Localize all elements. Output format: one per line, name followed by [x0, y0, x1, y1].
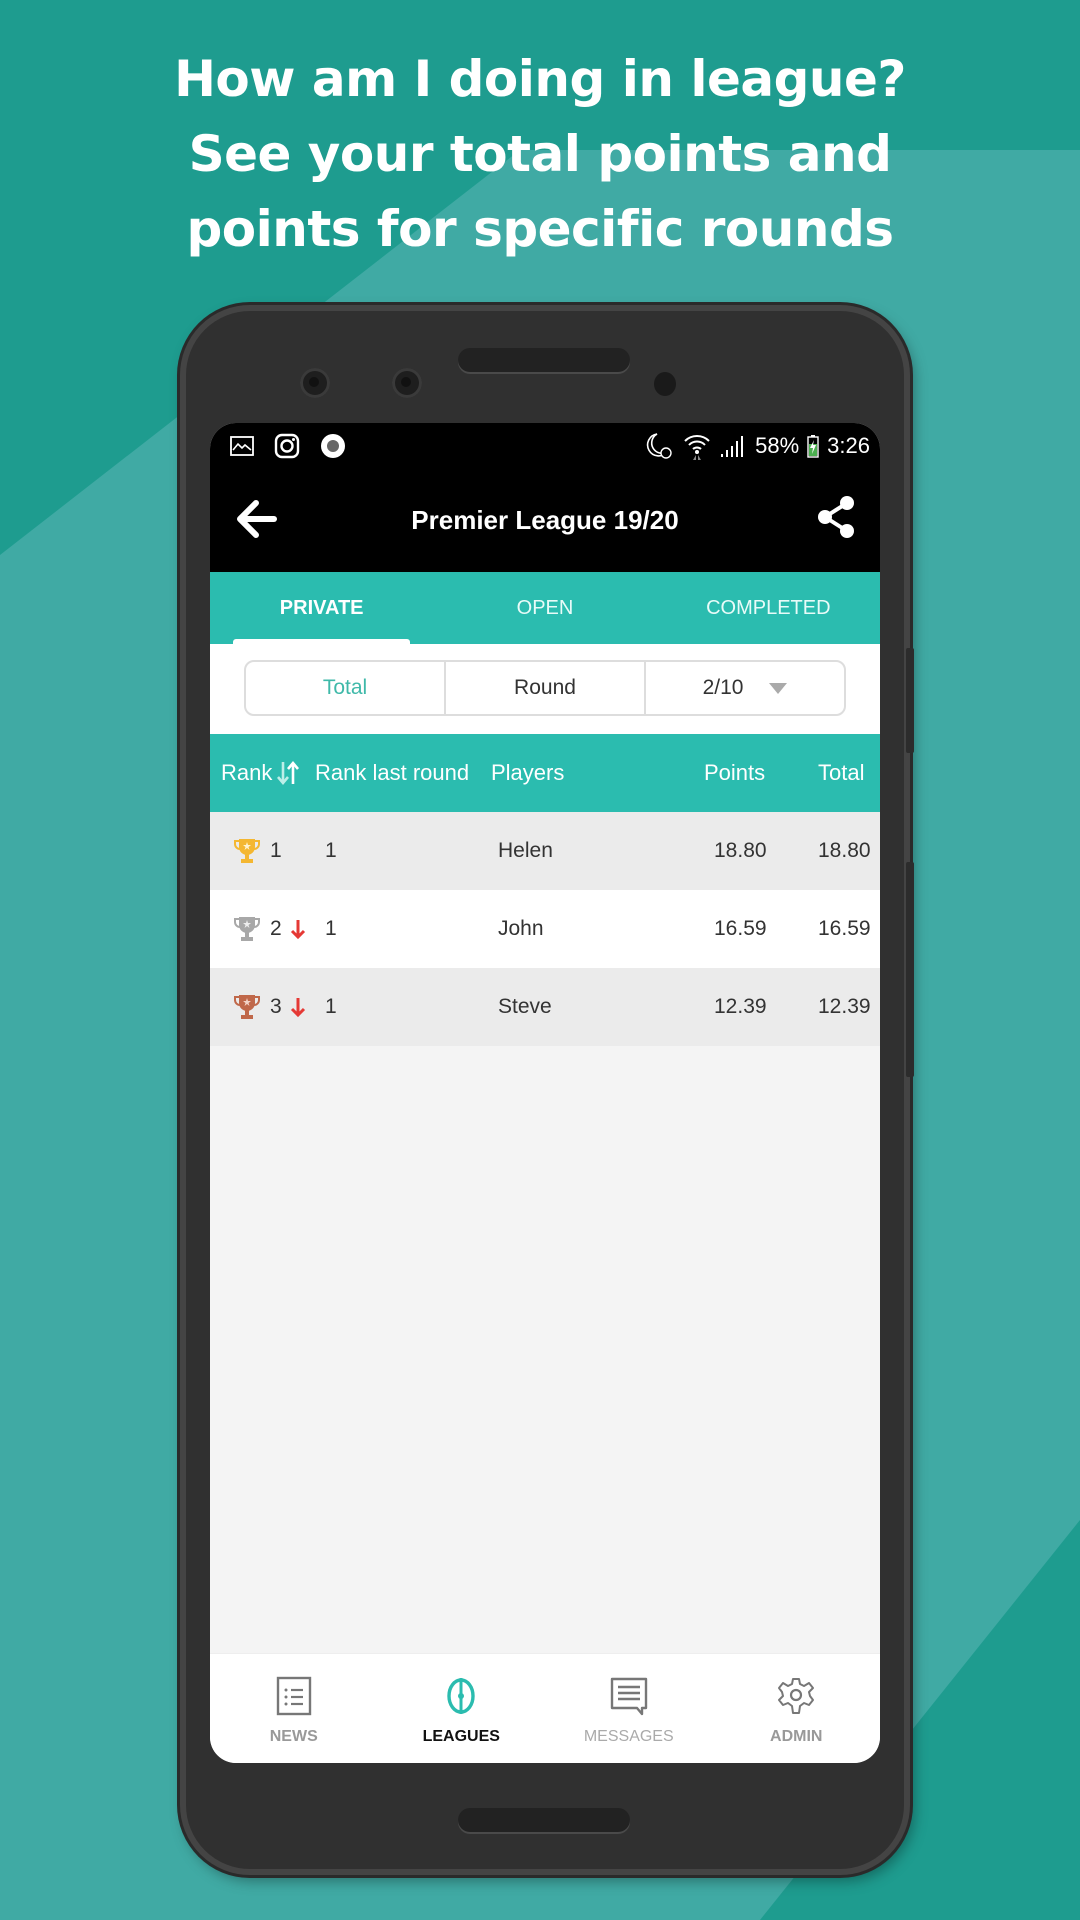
table-row[interactable]: 1 1 Helen 18.80 18.80	[210, 812, 880, 890]
table-row[interactable]: 3 1 Steve 12.39 12.39	[210, 968, 880, 1046]
rank-value: 1	[270, 839, 282, 862]
signal-icon	[721, 436, 744, 457]
total-value: 12.39	[818, 995, 871, 1018]
gold-trophy-icon	[234, 839, 260, 863]
round-select[interactable]: 2/10	[646, 662, 844, 714]
rank-value: 2	[270, 917, 282, 940]
player-name: John	[498, 917, 544, 940]
status-bar: 58% 3:26	[210, 423, 880, 469]
leagues-icon	[447, 1678, 475, 1714]
rank-last-round-value: 1	[325, 995, 337, 1018]
round-select-value: 2/10	[702, 676, 744, 699]
nav-messages-label: MESSAGES	[583, 1728, 674, 1745]
nav-news-label: NEWS	[269, 1728, 318, 1745]
battery-charging-icon	[807, 435, 819, 458]
rank-down-arrow-icon	[290, 998, 306, 1018]
tab-completed[interactable]: COMPLETED	[657, 572, 880, 644]
bottom-speaker	[458, 1808, 630, 1832]
nav-leagues[interactable]: LEAGUES	[378, 1654, 546, 1763]
record-icon	[321, 434, 345, 458]
bottom-navigation: NEWS LEAGUES MESSAGES ADMIN	[210, 1653, 880, 1763]
rank-header[interactable]: Rank	[221, 760, 300, 786]
league-tabs: PRIVATE OPEN COMPLETED	[210, 572, 880, 644]
headline-line-1: How am I doing in league?	[174, 50, 906, 108]
round-option[interactable]: Round	[446, 662, 646, 714]
player-name: Steve	[498, 995, 552, 1018]
clock: 3:26	[827, 433, 870, 458]
bronze-trophy-icon	[234, 995, 260, 1019]
table-row[interactable]: 2 1 John 16.59 16.59	[210, 890, 880, 968]
table-header: Rank Rank last round Players Points Tota…	[210, 734, 880, 812]
share-icon[interactable]	[816, 495, 856, 539]
nav-admin[interactable]: ADMIN	[713, 1654, 881, 1763]
rank-down-arrow-icon	[290, 920, 306, 940]
page-title: Premier League 19/20	[411, 505, 679, 535]
sort-icon	[277, 760, 300, 786]
volume-button	[906, 648, 914, 753]
gallery-icon	[230, 436, 254, 456]
total-value: 18.80	[818, 839, 871, 862]
players-header: Players	[491, 760, 565, 785]
rank-value: 3	[270, 995, 282, 1018]
nav-messages[interactable]: MESSAGES	[545, 1654, 713, 1763]
points-value: 12.39	[714, 995, 767, 1018]
points-value: 16.59	[714, 917, 767, 940]
total-option[interactable]: Total	[246, 662, 446, 714]
standings-table: 1 1 Helen 18.80 18.80 2 1 John 16.59 16.…	[210, 812, 880, 1046]
caret-down-icon	[769, 682, 788, 694]
news-list-icon	[276, 1676, 311, 1716]
phone-screen: 58% 3:26 Premier League 19/20 PRIVATE OP…	[210, 423, 880, 1763]
proximity-sensor	[654, 372, 676, 396]
battery-percent: 58%	[755, 433, 800, 458]
rank-header-label: Rank	[221, 760, 273, 785]
headline-line-2: See your total points and	[188, 125, 892, 183]
points-header: Points	[704, 760, 766, 785]
app-bar: Premier League 19/20	[210, 469, 880, 572]
message-icon	[610, 1677, 647, 1716]
points-value: 18.80	[714, 839, 767, 862]
night-mode-alarm-icon	[646, 433, 672, 459]
headline-line-3: points for specific rounds	[186, 200, 894, 258]
gear-icon	[778, 1678, 815, 1714]
promo-headline: How am I doing in league? See your total…	[0, 42, 1080, 267]
rank-last-round-header: Rank last round	[315, 760, 470, 785]
tab-open[interactable]: OPEN	[433, 572, 656, 644]
instagram-icon	[274, 433, 300, 459]
tab-private[interactable]: PRIVATE	[210, 572, 433, 644]
front-camera-2	[392, 368, 422, 398]
nav-leagues-label: LEAGUES	[422, 1728, 500, 1745]
rank-last-round-value: 1	[325, 839, 337, 862]
silver-trophy-icon	[234, 917, 260, 941]
player-name: Helen	[498, 839, 553, 862]
arrow-left-icon[interactable]	[234, 497, 278, 541]
power-button	[906, 862, 914, 1077]
total-value: 16.59	[818, 917, 871, 940]
rank-last-round-value: 1	[325, 917, 337, 940]
filter-bar: Total Round 2/10	[210, 644, 880, 734]
earpiece-speaker	[458, 348, 630, 372]
wifi-icon	[684, 435, 710, 460]
points-mode-selector: Total Round 2/10	[244, 660, 846, 716]
total-header: Total	[818, 760, 865, 785]
nav-news[interactable]: NEWS	[210, 1654, 378, 1763]
front-camera	[300, 368, 330, 398]
nav-admin-label: ADMIN	[770, 1728, 823, 1745]
